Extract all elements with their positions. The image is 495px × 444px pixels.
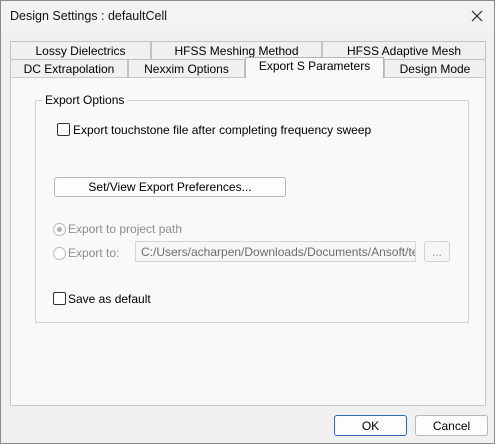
tab-design-mode[interactable]: Design Mode: [384, 59, 486, 77]
button-label: Set/View Export Preferences...: [88, 180, 252, 194]
export-options-legend: Export Options: [42, 93, 128, 107]
touchstone-checkbox[interactable]: [57, 123, 70, 136]
ok-button[interactable]: OK: [334, 415, 407, 436]
close-icon: [471, 10, 483, 22]
tab-label: Design Mode: [399, 61, 471, 76]
tab-nexxim-options[interactable]: Nexxim Options: [128, 59, 245, 77]
design-settings-dialog: Design Settings : defaultCell Lossy Diel…: [0, 0, 495, 444]
close-button[interactable]: [460, 1, 494, 31]
tab-lossy-dielectrics[interactable]: Lossy Dielectrics: [10, 41, 151, 59]
tab-export-s-parameters[interactable]: Export S Parameters: [245, 57, 384, 78]
title-bar: Design Settings : defaultCell: [1, 1, 494, 31]
tab-panel: Export Options Export touchstone file af…: [10, 77, 486, 406]
cancel-button[interactable]: Cancel: [415, 415, 488, 436]
export-to-project-path-label[interactable]: Export to project path: [68, 222, 182, 236]
button-label: Cancel: [432, 418, 471, 433]
export-to-label[interactable]: Export to:: [68, 246, 119, 260]
tab-label: Nexxim Options: [144, 61, 229, 76]
export-path-input[interactable]: C:/Users/acharpen/Downloads/Documents/An…: [135, 241, 416, 262]
button-label: ...: [431, 244, 442, 259]
save-as-default-label[interactable]: Save as default: [68, 292, 151, 306]
set-view-export-preferences-button[interactable]: Set/View Export Preferences...: [54, 177, 286, 197]
touchstone-checkbox-label[interactable]: Export touchstone file after completing …: [73, 123, 371, 137]
browse-button[interactable]: ...: [424, 241, 450, 262]
tab-label: Lossy Dielectrics: [35, 43, 126, 58]
tab-label: HFSS Adaptive Mesh: [346, 43, 462, 58]
button-label: OK: [361, 418, 380, 433]
tab-label: Export S Parameters: [258, 59, 371, 73]
save-as-default-checkbox[interactable]: [53, 292, 66, 305]
tab-label: HFSS Meshing Method: [174, 43, 299, 58]
dialog-title: Design Settings : defaultCell: [10, 9, 168, 23]
export-to-project-path-radio[interactable]: [53, 223, 66, 236]
tab-label: DC Extrapolation: [23, 61, 115, 76]
export-to-radio[interactable]: [53, 247, 66, 260]
tab-dc-extrapolation[interactable]: DC Extrapolation: [10, 59, 128, 77]
